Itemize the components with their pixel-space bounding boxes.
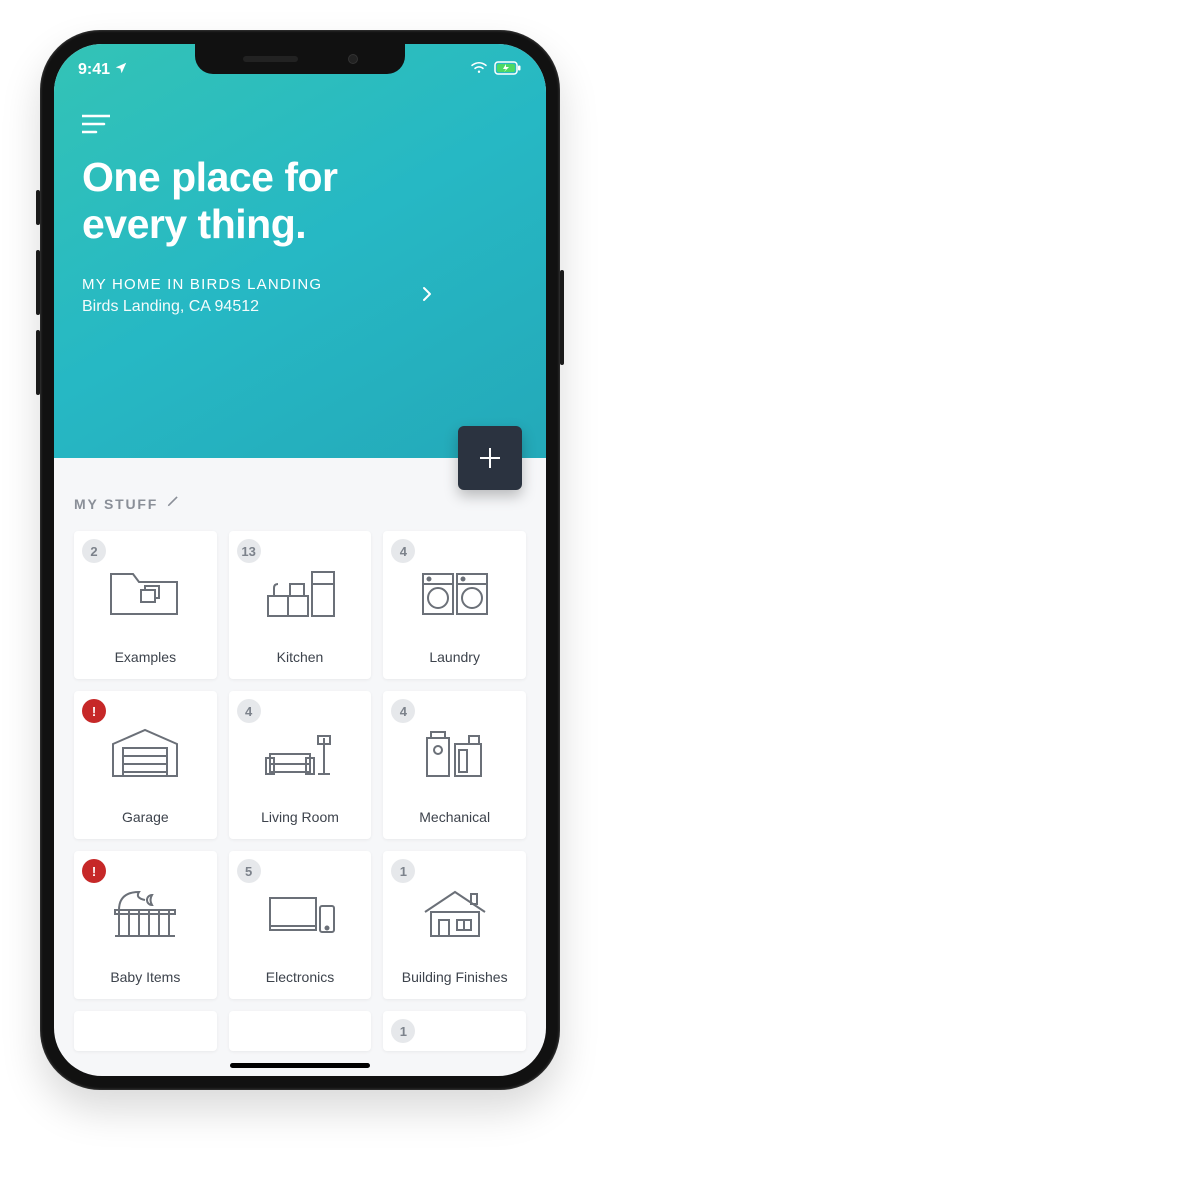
volume-up-button <box>36 250 40 315</box>
battery-charging-icon <box>494 61 522 80</box>
header: One place for every thing. MY HOME IN BI… <box>54 44 546 458</box>
card-label: Laundry <box>429 649 480 665</box>
card-baby-items[interactable]: ! Baby Items <box>74 851 217 999</box>
card-mechanical[interactable]: 4 Mechanical <box>383 691 526 839</box>
home-address: Birds Landing, CA 94512 <box>82 298 322 316</box>
count-badge: 1 <box>391 1019 415 1043</box>
phone-frame: 9:41 <box>40 30 560 1090</box>
card-label: Examples <box>115 649 176 665</box>
headline-line2: every thing. <box>82 201 518 248</box>
partial-row: 1 <box>74 1011 526 1051</box>
alert-badge: ! <box>82 859 106 883</box>
status-time: 9:41 <box>78 61 110 79</box>
card-electronics[interactable]: 5 Electronics <box>229 851 372 999</box>
count-badge: 5 <box>237 859 261 883</box>
count-badge: 13 <box>237 539 261 563</box>
section-header[interactable]: MY STUFF <box>74 494 526 513</box>
card-living-room[interactable]: 4 Living Room <box>229 691 372 839</box>
headline: One place for every thing. <box>82 154 518 248</box>
card-label: Living Room <box>261 809 339 825</box>
card-laundry[interactable]: 4 Laundry <box>383 531 526 679</box>
headline-line1: One place for <box>82 154 518 201</box>
alert-badge: ! <box>82 699 106 723</box>
side-button <box>36 190 40 225</box>
card-garage[interactable]: ! Garage <box>74 691 217 839</box>
card-examples[interactable]: 2 Examples <box>74 531 217 679</box>
card-label: Garage <box>122 809 169 825</box>
card-label: Mechanical <box>419 809 490 825</box>
home-selector[interactable]: MY HOME IN BIRDS LANDING Birds Landing, … <box>82 276 432 316</box>
card-building-finishes[interactable]: 1 Building Finishes <box>383 851 526 999</box>
home-indicator[interactable] <box>230 1063 370 1068</box>
volume-down-button <box>36 330 40 395</box>
chevron-right-icon <box>422 286 432 307</box>
card-partial[interactable] <box>229 1011 372 1051</box>
location-arrow-icon <box>114 61 128 80</box>
screen: 9:41 <box>54 44 546 1076</box>
wifi-icon <box>470 61 488 80</box>
notch <box>195 44 405 74</box>
card-kitchen[interactable]: 13 Kitchen <box>229 531 372 679</box>
menu-button[interactable] <box>82 114 518 134</box>
pencil-icon <box>166 494 180 513</box>
card-label: Kitchen <box>277 649 324 665</box>
count-badge: 4 <box>237 699 261 723</box>
count-badge: 2 <box>82 539 106 563</box>
card-label: Baby Items <box>110 969 180 985</box>
card-label: Electronics <box>266 969 334 985</box>
card-partial[interactable] <box>74 1011 217 1051</box>
card-label: Building Finishes <box>402 969 508 985</box>
home-name: MY HOME IN BIRDS LANDING <box>82 276 322 293</box>
power-button <box>560 270 564 365</box>
section-title: MY STUFF <box>74 496 158 512</box>
card-grid: 2 Examples 13 Kitchen 4 <box>74 531 526 999</box>
hamburger-icon <box>82 114 110 134</box>
card-partial[interactable]: 1 <box>383 1011 526 1051</box>
content-area: MY STUFF 2 Examples 13 <box>54 458 546 1076</box>
